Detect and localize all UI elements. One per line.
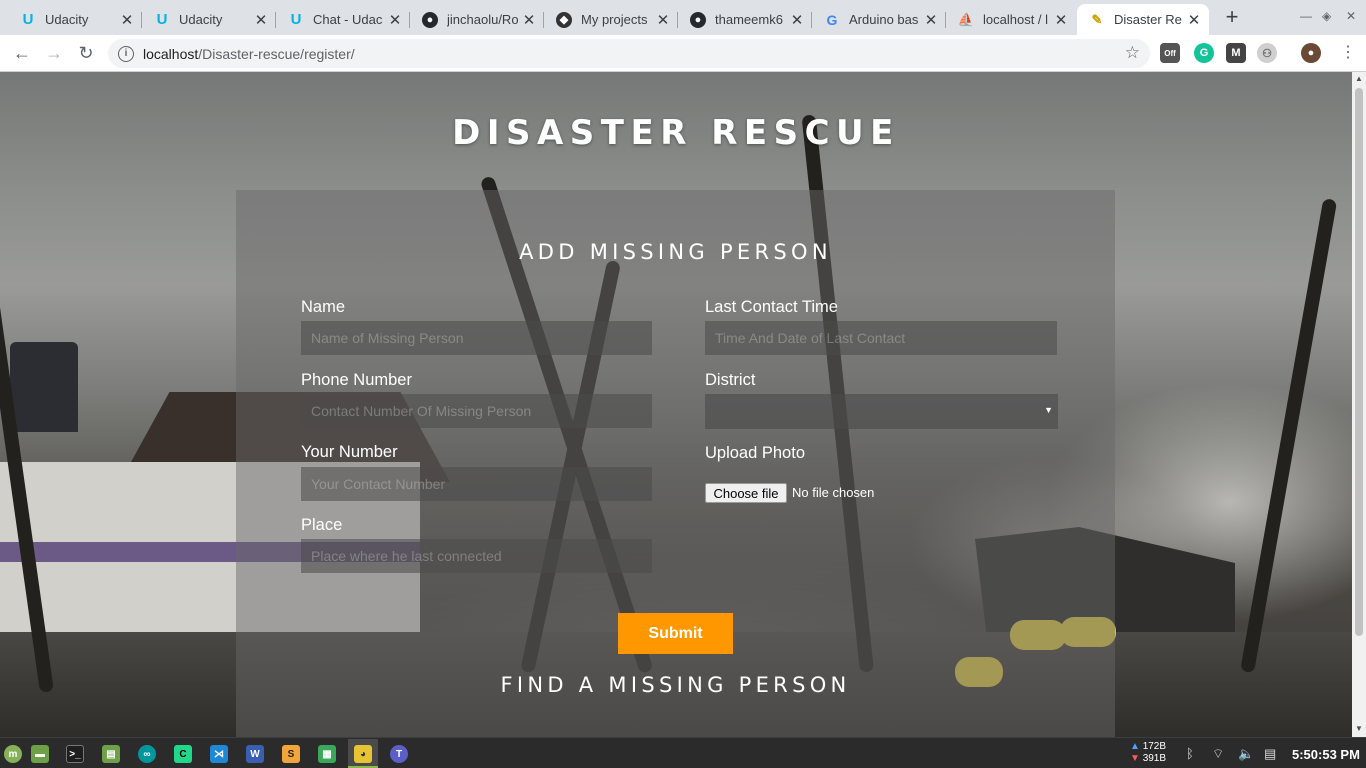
- vscode-icon[interactable]: ⋊: [210, 745, 228, 763]
- upload-photo-label: Upload Photo: [705, 444, 805, 462]
- close-tab-icon[interactable]: ✕: [1187, 11, 1201, 29]
- restore-icon[interactable]: ◈: [1322, 9, 1331, 23]
- reload-icon[interactable]: ↻: [75, 42, 97, 64]
- github-icon: ●: [422, 11, 438, 28]
- profile-avatar[interactable]: ●: [1301, 43, 1321, 63]
- minimize-icon[interactable]: —: [1300, 9, 1312, 23]
- browser-tab[interactable]: U Udacity ✕: [8, 4, 142, 35]
- off-extension-icon[interactable]: Off: [1160, 43, 1180, 63]
- browser-tab[interactable]: ● thameemk6 ✕: [678, 4, 812, 35]
- pycharm-icon[interactable]: C: [174, 745, 192, 763]
- last-contact-input[interactable]: [705, 321, 1057, 355]
- choose-file-button[interactable]: Choose file: [705, 483, 787, 503]
- bluetooth-icon[interactable]: ᛒ: [1186, 746, 1194, 761]
- address-bar[interactable]: i localhost/Disaster-rescue/register/ ☆: [108, 39, 1150, 68]
- browser-tab[interactable]: U Udacity ✕: [142, 4, 276, 35]
- close-tab-icon[interactable]: ✕: [790, 11, 804, 29]
- your-number-input[interactable]: [301, 467, 652, 501]
- page-scrollbar[interactable]: ▲ ▼: [1352, 72, 1366, 737]
- water-tank-shape: [10, 342, 78, 432]
- add-missing-person-heading: ADD MISSING PERSON: [519, 240, 832, 264]
- name-input[interactable]: [301, 321, 652, 355]
- submit-button[interactable]: Submit: [618, 613, 733, 654]
- browser-tab-strip: U Udacity ✕ U Udacity ✕ U Chat - Udac ✕ …: [0, 0, 1366, 35]
- network-speed: ▲ 172B ▼ 391B: [1130, 741, 1167, 764]
- scrollbar-thumb[interactable]: [1355, 88, 1363, 636]
- district-select[interactable]: ▼: [705, 394, 1058, 429]
- site-info-icon[interactable]: i: [118, 45, 134, 62]
- extension-icon[interactable]: ⚇: [1257, 43, 1277, 63]
- browser-tab[interactable]: ● jinchaolu/Ro ✕: [410, 4, 544, 35]
- file-status-text: No file chosen: [792, 485, 875, 500]
- last-contact-label: Last Contact Time: [705, 298, 838, 316]
- place-input[interactable]: [301, 539, 652, 573]
- teams-icon[interactable]: T: [390, 745, 408, 763]
- close-tab-icon[interactable]: ✕: [656, 11, 670, 29]
- browser-tab[interactable]: U Chat - Udac ✕: [276, 4, 410, 35]
- phpmyadmin-icon: ⛵: [957, 11, 975, 27]
- files-icon[interactable]: ▤: [102, 745, 120, 763]
- browser-tab-active[interactable]: ✎ Disaster Re ✕: [1077, 4, 1209, 35]
- dropdown-caret-icon: ▼: [1044, 405, 1053, 415]
- mint-menu-icon[interactable]: m: [4, 745, 22, 763]
- clipboard-icon[interactable]: ▤: [1264, 746, 1276, 762]
- download-speed: 391B: [1142, 753, 1167, 764]
- close-tab-icon[interactable]: ✕: [388, 11, 402, 29]
- browser-tab[interactable]: G Arduino bas ✕: [812, 4, 946, 35]
- scroll-down-arrow-icon[interactable]: ▼: [1352, 724, 1366, 733]
- palm-trunk-shape: [1240, 198, 1338, 674]
- close-tab-icon[interactable]: ✕: [254, 11, 268, 29]
- scroll-up-arrow-icon[interactable]: ▲: [1352, 74, 1366, 83]
- url-host: localhost: [143, 45, 199, 62]
- browser-menu-icon[interactable]: ⋮: [1340, 43, 1356, 63]
- clock[interactable]: 5:50:53 PM: [1292, 747, 1360, 762]
- google-icon: G: [826, 11, 838, 28]
- back-arrow-icon[interactable]: ←: [11, 42, 33, 64]
- find-missing-person-heading[interactable]: FIND A MISSING PERSON: [236, 673, 1115, 697]
- close-tab-icon[interactable]: ✕: [1054, 11, 1068, 29]
- phone-number-label: Phone Number: [301, 371, 412, 389]
- arduino-icon[interactable]: ∞: [138, 745, 156, 763]
- district-label: District: [705, 371, 756, 389]
- close-tab-icon[interactable]: ✕: [522, 11, 536, 29]
- udacity-icon: U: [22, 11, 34, 28]
- browser-tab[interactable]: ⛵ localhost / l ✕: [946, 4, 1076, 35]
- spreadsheet-icon[interactable]: ▦: [318, 745, 336, 763]
- form-panel: [236, 190, 1115, 737]
- volume-icon[interactable]: 🔈: [1238, 746, 1254, 762]
- chrome-window-icon[interactable]: ◕: [354, 745, 372, 763]
- close-tab-icon[interactable]: ✕: [924, 11, 938, 29]
- webstorm-icon[interactable]: W: [246, 745, 264, 763]
- browser-tab[interactable]: ◆ My projects ✕: [544, 4, 678, 35]
- os-taskbar: m ▬ >_ ▤ ∞ C ⋊ W S ▦ ◕ T ▲ 172B ▼ 391B ᛒ…: [0, 737, 1366, 768]
- site-title: DISASTER RESCUE: [452, 113, 900, 153]
- wifi-icon[interactable]: ⌔: [1212, 746, 1224, 762]
- browser-toolbar: ← → ↻ i localhost/Disaster-rescue/regist…: [0, 35, 1366, 72]
- sublime-text-icon[interactable]: S: [282, 745, 300, 763]
- new-tab-button[interactable]: +: [1220, 6, 1244, 30]
- udacity-icon: U: [290, 11, 302, 28]
- grammarly-icon[interactable]: G: [1194, 43, 1214, 63]
- place-label: Place: [301, 516, 343, 534]
- torch-icon: ✎: [1091, 11, 1103, 27]
- terminal-icon[interactable]: >_: [66, 745, 84, 763]
- compass-icon: ◆: [556, 11, 572, 28]
- your-number-label: Your Number: [301, 443, 398, 461]
- mendeley-icon[interactable]: M: [1226, 43, 1246, 63]
- udacity-icon: U: [156, 11, 168, 28]
- bookmark-star-icon[interactable]: ☆: [1125, 43, 1140, 63]
- url-path: /Disaster-rescue/register/: [198, 45, 355, 62]
- show-desktop-icon[interactable]: ▬: [31, 745, 49, 763]
- github-icon: ●: [690, 11, 706, 28]
- forward-arrow-icon[interactable]: →: [43, 42, 65, 64]
- name-label: Name: [301, 298, 346, 316]
- upload-speed: 172B: [1142, 741, 1167, 752]
- window-close-icon[interactable]: ✕: [1346, 9, 1356, 23]
- phone-number-input[interactable]: [301, 394, 652, 428]
- close-tab-icon[interactable]: ✕: [120, 11, 134, 29]
